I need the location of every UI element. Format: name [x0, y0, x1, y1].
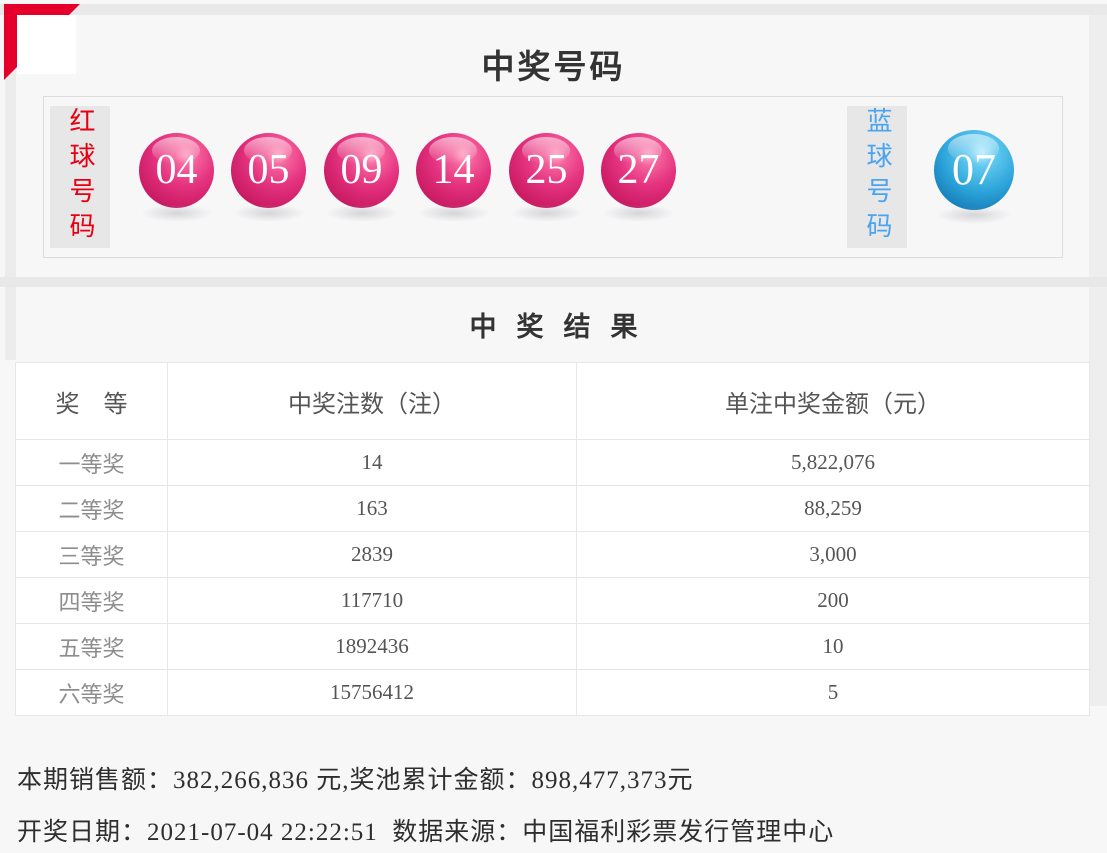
table-row: 四等奖 117710 200 [16, 578, 1090, 624]
prize-amount: 5,822,076 [577, 440, 1090, 486]
blue-ball-label: 蓝球号码 [847, 106, 907, 248]
winning-bets: 117710 [168, 578, 577, 624]
draw-date-source-line: 开奖日期：2021-07-04 22:22:51 数据来源：中国福利彩票发行管理… [17, 812, 834, 848]
table-row: 六等奖 15756412 5 [16, 670, 1090, 716]
red-ball-2: 05 [231, 133, 306, 208]
prize-table: 奖 等 中奖注数（注） 单注中奖金额（元） 一等奖 14 5,822,076 二… [15, 362, 1090, 716]
red-ball-5: 25 [509, 133, 584, 208]
section-divider [0, 277, 1107, 287]
prize-amount: 3,000 [577, 532, 1090, 578]
blue-ball-1: 07 [934, 130, 1014, 210]
red-balls-label: 红球号码 [50, 106, 110, 248]
prize-level: 三等奖 [16, 532, 168, 578]
table-row: 五等奖 1892436 10 [16, 624, 1090, 670]
prize-level: 六等奖 [16, 670, 168, 716]
prize-amount: 5 [577, 670, 1090, 716]
prize-amount: 200 [577, 578, 1090, 624]
table-row: 三等奖 2839 3,000 [16, 532, 1090, 578]
winning-bets: 15756412 [168, 670, 577, 716]
top-edge-strip [0, 4, 1107, 15]
table-row: 二等奖 163 88,259 [16, 486, 1090, 532]
right-edge-strip [1089, 15, 1107, 706]
prize-level: 二等奖 [16, 486, 168, 532]
prize-amount: 10 [577, 624, 1090, 670]
header-winning-bets: 中奖注数（注） [168, 363, 577, 440]
prize-level: 五等奖 [16, 624, 168, 670]
winning-bets: 1892436 [168, 624, 577, 670]
winning-bets: 14 [168, 440, 577, 486]
sales-summary-line: 本期销售额：382,266,836 元,奖池累计金额：898,477,373元 [17, 760, 694, 796]
prize-level: 四等奖 [16, 578, 168, 624]
winning-numbers-panel: 红球号码 04 05 09 14 25 27 蓝球号码 07 [43, 96, 1063, 258]
prize-amount: 88,259 [577, 486, 1090, 532]
red-ball-1: 04 [139, 133, 214, 208]
red-ball-3: 09 [324, 133, 399, 208]
page-title: 中奖号码 [0, 40, 1107, 88]
red-ball-6: 27 [601, 133, 676, 208]
winning-bets: 163 [168, 486, 577, 532]
header-prize-level: 奖 等 [16, 363, 168, 440]
header-prize-amount: 单注中奖金额（元） [577, 363, 1090, 440]
red-ball-4: 14 [416, 133, 491, 208]
lottery-results-page: 中奖号码 红球号码 04 05 09 14 25 27 蓝球号码 07 中奖结果… [0, 0, 1107, 853]
winning-bets: 2839 [168, 532, 577, 578]
results-heading: 中奖结果 [0, 305, 1107, 344]
table-row: 一等奖 14 5,822,076 [16, 440, 1090, 486]
prize-table-header-row: 奖 等 中奖注数（注） 单注中奖金额（元） [16, 363, 1090, 440]
prize-level: 一等奖 [16, 440, 168, 486]
